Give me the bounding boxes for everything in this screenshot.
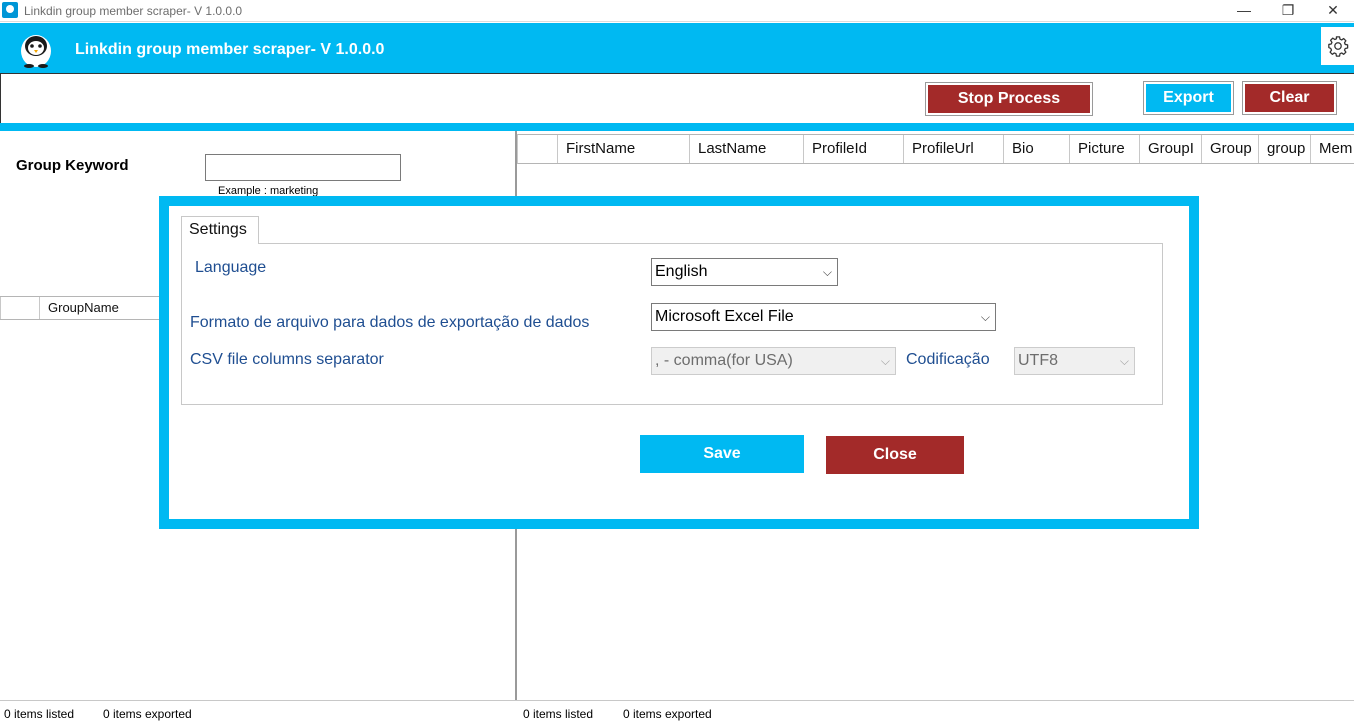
column-header-group-lower[interactable]: group bbox=[1259, 135, 1311, 163]
chevron-down-icon: ⌵ bbox=[980, 310, 990, 324]
right-items-listed: 0 items listed bbox=[523, 707, 594, 721]
encoding-select-value: UTF8 bbox=[1018, 352, 1058, 369]
minimize-button[interactable]: — bbox=[1221, 0, 1267, 22]
clear-button[interactable]: Clear bbox=[1242, 81, 1337, 115]
group-keyword-input[interactable] bbox=[205, 154, 401, 181]
penguin-logo-icon bbox=[21, 35, 51, 68]
column-header-picture[interactable]: Picture bbox=[1070, 135, 1140, 163]
member-grid-header: FirstName LastName ProfileId ProfileUrl … bbox=[517, 134, 1354, 164]
export-format-label: Formato de arquivo para dados de exporta… bbox=[190, 314, 590, 331]
group-keyword-label: Group Keyword bbox=[16, 157, 129, 174]
column-header-bio[interactable]: Bio bbox=[1004, 135, 1070, 163]
close-window-button[interactable]: ✕ bbox=[1310, 0, 1354, 22]
settings-button[interactable] bbox=[1321, 27, 1354, 65]
left-items-listed: 0 items listed bbox=[4, 707, 75, 721]
language-select[interactable]: English ⌵ bbox=[651, 258, 838, 286]
csv-separator-select[interactable]: , - comma(for USA) ⌵ bbox=[651, 347, 896, 375]
app-icon bbox=[2, 2, 18, 18]
chevron-down-icon: ⌵ bbox=[822, 265, 832, 279]
column-header-profileurl[interactable]: ProfileUrl bbox=[904, 135, 1004, 163]
column-header-firstname[interactable]: FirstName bbox=[558, 135, 690, 163]
save-button[interactable]: Save bbox=[640, 435, 804, 473]
gear-icon bbox=[1327, 36, 1348, 57]
window-title-bar: Linkdin group member scraper- V 1.0.0.0 … bbox=[0, 0, 1354, 22]
window-title: Linkdin group member scraper- V 1.0.0.0 bbox=[24, 4, 243, 18]
column-header-lastname[interactable]: LastName bbox=[690, 135, 804, 163]
restore-button[interactable]: ❐ bbox=[1265, 0, 1311, 22]
csv-separator-label: CSV file columns separator bbox=[190, 351, 384, 368]
encoding-label: Codificação bbox=[906, 351, 990, 368]
language-select-value: English bbox=[655, 263, 708, 280]
accent-bar bbox=[0, 123, 1354, 131]
right-items-exported: 0 items exported bbox=[623, 707, 712, 721]
language-label: Language bbox=[195, 259, 267, 276]
close-button[interactable]: Close bbox=[826, 436, 964, 474]
export-button[interactable]: Export bbox=[1143, 81, 1234, 115]
chevron-down-icon: ⌵ bbox=[880, 354, 890, 368]
left-items-exported: 0 items exported bbox=[103, 707, 192, 721]
group-grid-select-column[interactable] bbox=[0, 297, 40, 319]
column-header-group[interactable]: Group bbox=[1202, 135, 1259, 163]
status-divider bbox=[0, 700, 1354, 701]
toolbar: Stop Process Export Clear bbox=[0, 73, 1354, 123]
app-title: Linkdin group member scraper- V 1.0.0.0 bbox=[75, 41, 385, 58]
chevron-down-icon: ⌵ bbox=[1119, 354, 1129, 368]
csv-separator-select-value: , - comma(for USA) bbox=[655, 352, 793, 369]
column-header-profileid[interactable]: ProfileId bbox=[804, 135, 904, 163]
encoding-select[interactable]: UTF8 ⌵ bbox=[1014, 347, 1135, 375]
app-header: Linkdin group member scraper- V 1.0.0.0 bbox=[0, 23, 1354, 73]
export-format-select[interactable]: Microsoft Excel File ⌵ bbox=[651, 303, 996, 331]
export-format-select-value: Microsoft Excel File bbox=[655, 308, 794, 325]
member-grid-select-column[interactable] bbox=[518, 135, 558, 163]
column-header-members[interactable]: Mem bbox=[1311, 135, 1354, 163]
stop-process-button[interactable]: Stop Process bbox=[925, 82, 1093, 116]
column-header-groupid[interactable]: GroupI bbox=[1140, 135, 1202, 163]
tab-settings[interactable]: Settings bbox=[181, 216, 259, 244]
